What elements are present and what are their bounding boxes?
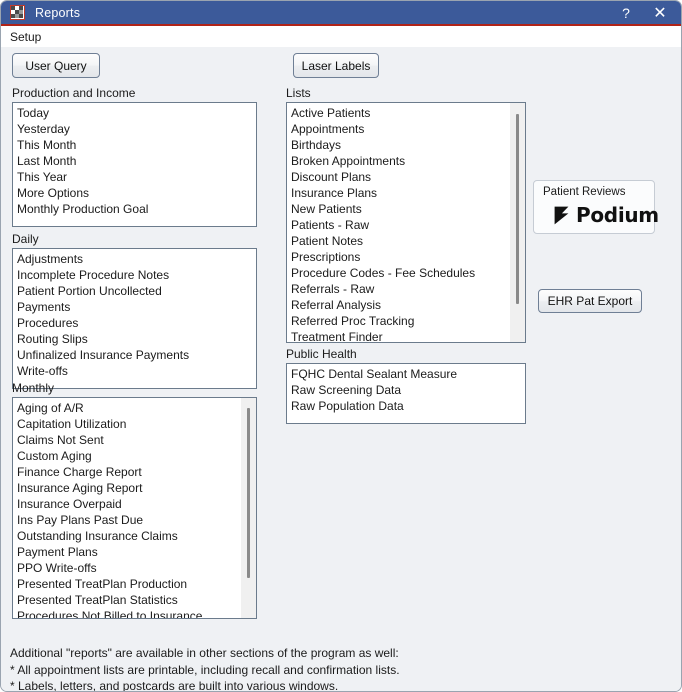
client-area: User Query Laser Labels Production and I…	[1, 47, 681, 692]
monthly-item[interactable]: Presented TreatPlan Production	[17, 576, 202, 592]
window-title: Reports	[35, 5, 81, 20]
lists-scrollbar[interactable]	[510, 103, 525, 342]
public-health-item[interactable]: Raw Screening Data	[291, 382, 457, 398]
public-health-label: Public Health	[286, 347, 357, 361]
lists-item[interactable]: Insurance Plans	[291, 185, 475, 201]
monthly-item[interactable]: Aging of A/R	[17, 400, 202, 416]
monthly-scrollbar-thumb[interactable]	[247, 408, 250, 578]
lists-item[interactable]: Referral Analysis	[291, 297, 475, 313]
lists-scrollbar-thumb[interactable]	[516, 114, 519, 304]
public-health-item[interactable]: Raw Population Data	[291, 398, 457, 414]
monthly-item[interactable]: PPO Write-offs	[17, 560, 202, 576]
lists-label: Lists	[286, 86, 311, 100]
monthly-label: Monthly	[12, 381, 55, 395]
production-and-income-label: Production and Income	[12, 86, 136, 100]
production-and-income-item[interactable]: Today	[17, 105, 148, 121]
reports-window: Reports ? ✕ Setup User Query Laser Label…	[0, 0, 682, 692]
daily-label: Daily	[12, 232, 39, 246]
user-query-button[interactable]: User Query	[12, 53, 100, 78]
monthly-item[interactable]: Ins Pay Plans Past Due	[17, 512, 202, 528]
public-health-item[interactable]: FQHC Dental Sealant Measure	[291, 366, 457, 382]
menu-item-setup[interactable]: Setup	[1, 28, 49, 46]
lists-item[interactable]: Appointments	[291, 121, 475, 137]
daily-item[interactable]: Unfinalized Insurance Payments	[17, 347, 189, 363]
monthly-item[interactable]: Presented TreatPlan Statistics	[17, 592, 202, 608]
lists-item[interactable]: Procedure Codes - Fee Schedules	[291, 265, 475, 281]
help-button[interactable]: ?	[609, 1, 643, 25]
daily-item[interactable]: Incomplete Procedure Notes	[17, 267, 189, 283]
production-and-income-item[interactable]: This Month	[17, 137, 148, 153]
production-and-income-listbox[interactable]: Today Yesterday This Month Last Month This Y…	[12, 102, 257, 227]
laser-labels-button[interactable]: Laser Labels	[293, 53, 379, 78]
monthly-item[interactable]: Insurance Overpaid	[17, 496, 202, 512]
lists-item[interactable]: Birthdays	[291, 137, 475, 153]
lists-item[interactable]: Patient Notes	[291, 233, 475, 249]
close-button[interactable]: ✕	[643, 1, 677, 25]
ehr-pat-export-button[interactable]: EHR Pat Export	[538, 289, 642, 313]
lists-item[interactable]: Patients - Raw	[291, 217, 475, 233]
public-health-listbox[interactable]: FQHC Dental Sealant Measure Raw Screening…	[286, 363, 526, 424]
daily-item[interactable]: Write-offs	[17, 363, 189, 379]
daily-item[interactable]: Procedures	[17, 315, 189, 331]
monthly-item[interactable]: Capitation Utilization	[17, 416, 202, 432]
podium-flag-icon	[554, 206, 569, 224]
monthly-item[interactable]: Procedures Not Billed to Insurance	[17, 608, 202, 618]
monthly-listbox[interactable]: Aging of A/R Capitation Utilization Claims…	[12, 397, 257, 619]
daily-item[interactable]: Patient Portion Uncollected	[17, 283, 189, 299]
grid-icon	[10, 5, 25, 20]
production-and-income-item[interactable]: Yesterday	[17, 121, 148, 137]
lists-item[interactable]: Referred Proc Tracking	[291, 313, 475, 329]
footer-note: Additional "reports" are available in ot…	[10, 645, 570, 692]
production-and-income-item[interactable]: This Year	[17, 169, 148, 185]
monthly-scrollbar[interactable]	[241, 398, 256, 618]
monthly-item[interactable]: Claims Not Sent	[17, 432, 202, 448]
daily-item[interactable]: Adjustments	[17, 251, 189, 267]
monthly-item[interactable]: Insurance Aging Report	[17, 480, 202, 496]
monthly-item[interactable]: Custom Aging	[17, 448, 202, 464]
patient-reviews-label: Patient Reviews	[543, 186, 626, 198]
monthly-item[interactable]: Finance Charge Report	[17, 464, 202, 480]
title-bar: Reports ? ✕	[1, 1, 681, 26]
lists-listbox[interactable]: Active Patients Appointments Birthdays Brok…	[286, 102, 526, 343]
podium-wordmark: Podium	[576, 203, 659, 227]
production-and-income-item[interactable]: Monthly Production Goal	[17, 201, 148, 217]
lists-item[interactable]: Broken Appointments	[291, 153, 475, 169]
monthly-item[interactable]: Outstanding Insurance Claims	[17, 528, 202, 544]
lists-item[interactable]: Active Patients	[291, 105, 475, 121]
lists-item[interactable]: Prescriptions	[291, 249, 475, 265]
lists-item[interactable]: Treatment Finder	[291, 329, 475, 342]
lists-item[interactable]: Discount Plans	[291, 169, 475, 185]
patient-reviews-panel[interactable]: Patient Reviews Podium	[533, 180, 659, 234]
lists-item[interactable]: New Patients	[291, 201, 475, 217]
podium-logo: Podium	[554, 205, 659, 225]
daily-item[interactable]: Routing Slips	[17, 331, 189, 347]
footer-line: Additional "reports" are available in ot…	[10, 646, 399, 660]
footer-line: * Labels, letters, and postcards are bui…	[10, 679, 339, 692]
lists-item[interactable]: Referrals - Raw	[291, 281, 475, 297]
production-and-income-item[interactable]: More Options	[17, 185, 148, 201]
production-and-income-item[interactable]: Last Month	[17, 153, 148, 169]
monthly-item[interactable]: Payment Plans	[17, 544, 202, 560]
footer-line: * All appointment lists are printable, i…	[10, 662, 400, 677]
daily-item[interactable]: Payments	[17, 299, 189, 315]
daily-listbox[interactable]: Adjustments Incomplete Procedure Notes Pat…	[12, 248, 257, 389]
menu-bar: Setup	[1, 26, 681, 47]
